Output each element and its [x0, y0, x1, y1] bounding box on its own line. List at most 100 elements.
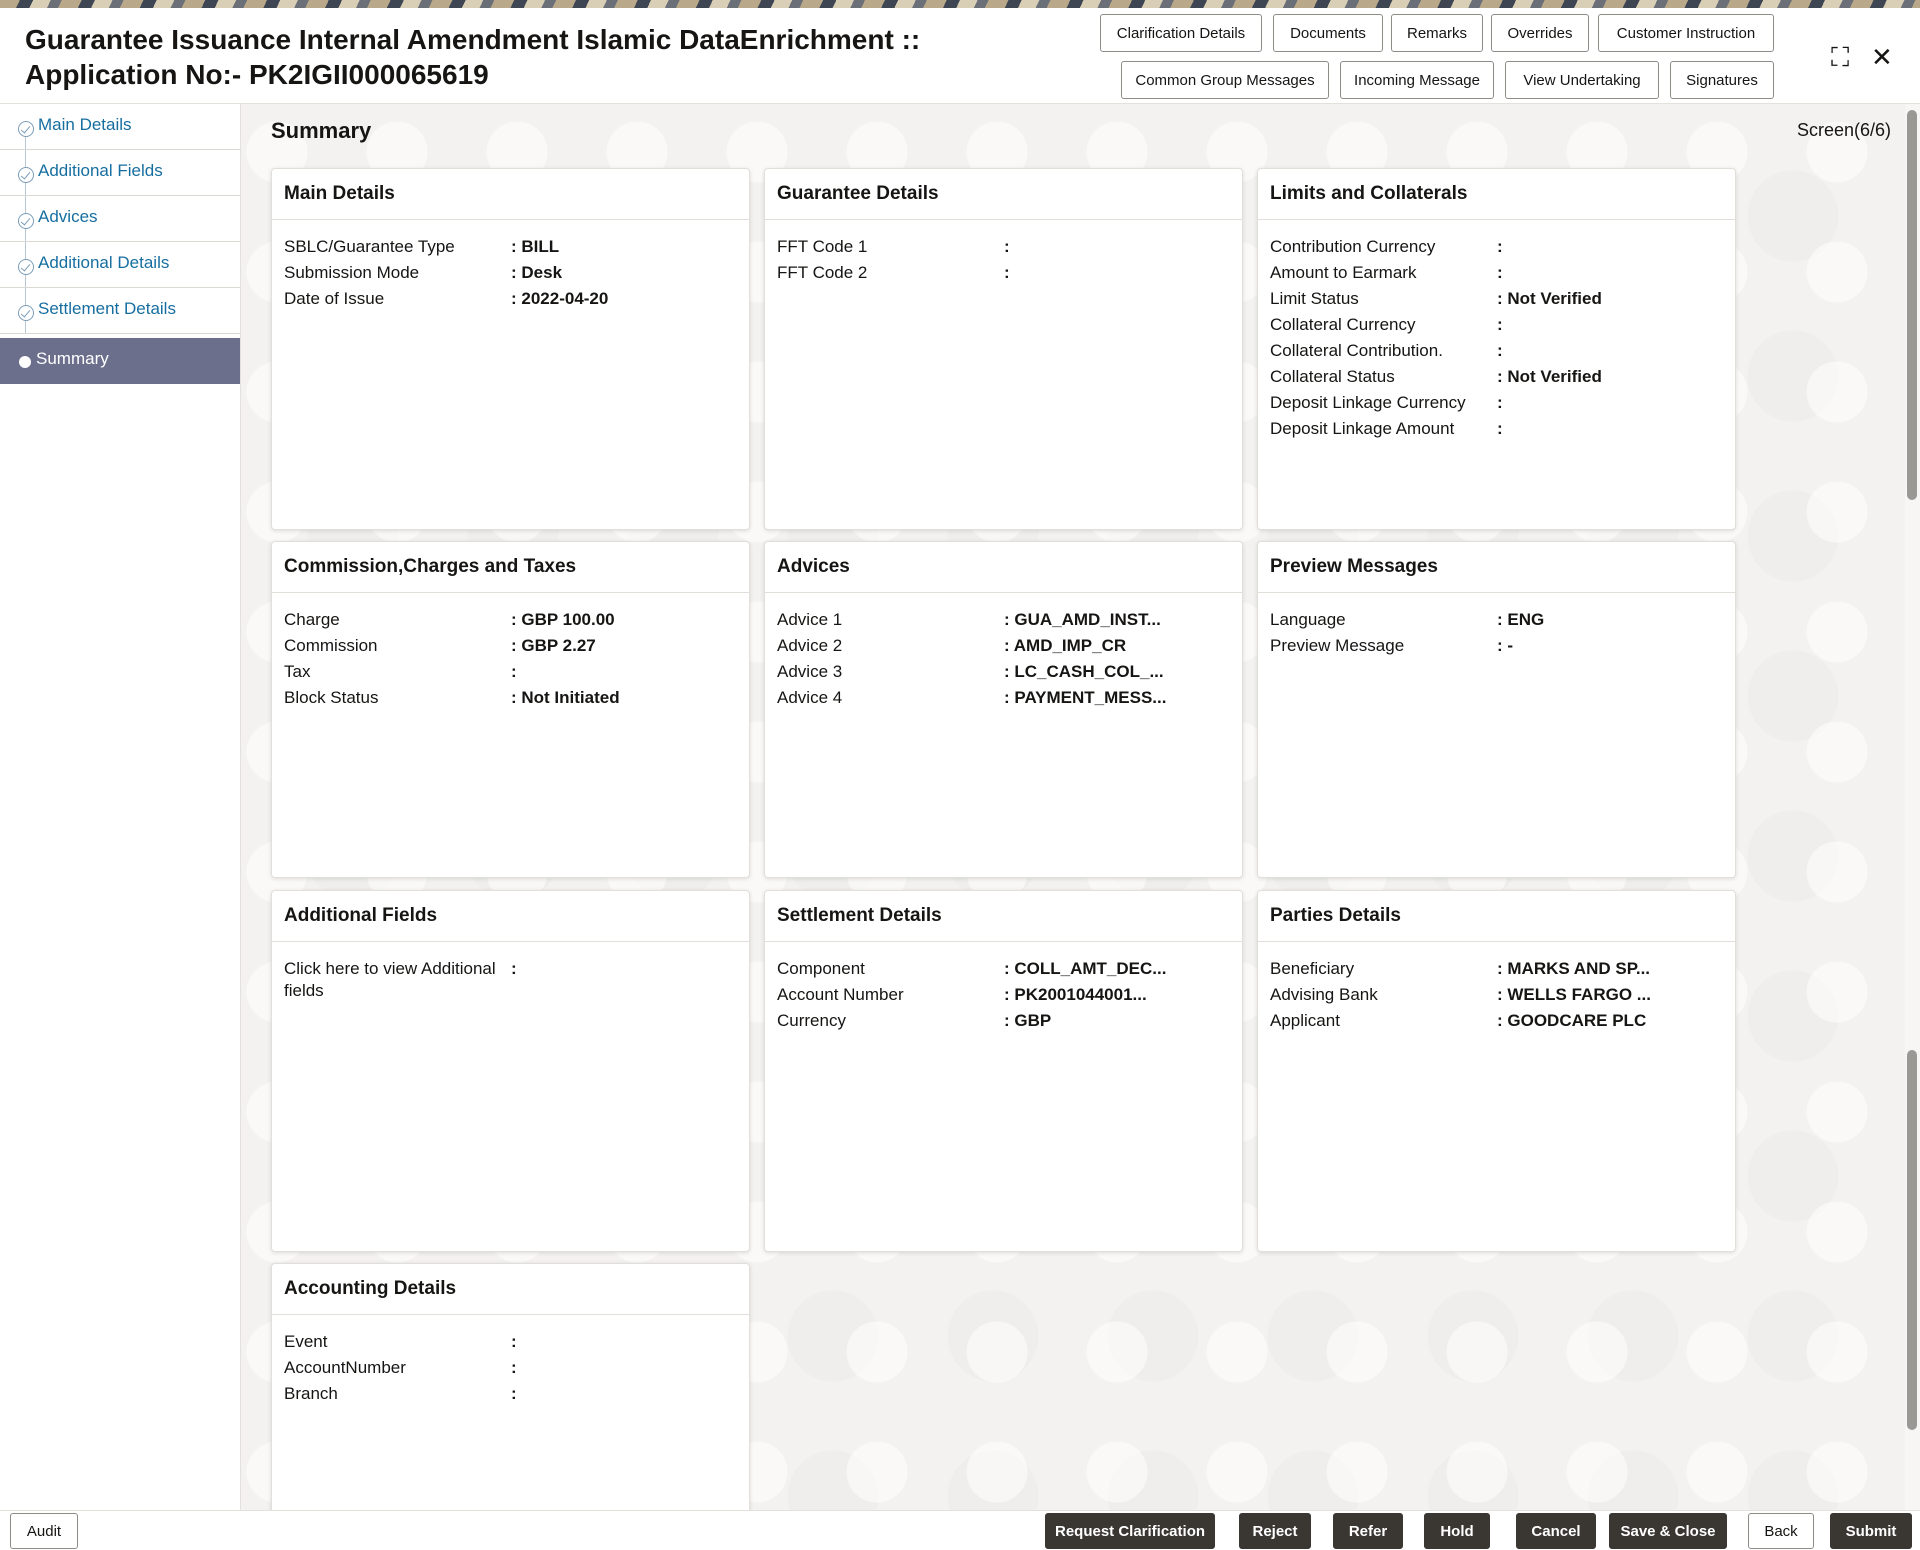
clarification-details-button[interactable]: Clarification Details — [1100, 14, 1262, 52]
check-circle-icon — [18, 305, 34, 321]
card-row: Date of Issue: 2022-04-20 — [272, 288, 749, 314]
card-row: Advice 1: GUA_AMD_INST... — [765, 609, 1242, 635]
field-label: Collateral Currency — [1270, 315, 1416, 334]
settlement-details-card[interactable]: Settlement Details Component: COLL_AMT_D… — [764, 890, 1243, 1252]
cancel-button[interactable]: Cancel — [1516, 1513, 1596, 1549]
main-details-card[interactable]: Main Details SBLC/Guarantee Type: BILL S… — [271, 168, 750, 530]
reject-button[interactable]: Reject — [1239, 1513, 1311, 1549]
field-label: Deposit Linkage Currency — [1270, 393, 1466, 412]
nav-item-additional-details[interactable]: Additional Details — [0, 242, 240, 288]
field-label: Limit Status — [1270, 289, 1359, 308]
field-label: Language — [1270, 610, 1346, 629]
advices-card[interactable]: Advices Advice 1: GUA_AMD_INST... Advice… — [764, 541, 1243, 878]
minimize-icon[interactable]: ⛶ — [1831, 44, 1849, 70]
field-value: : GBP 2.27 — [511, 636, 596, 655]
screen-indicator: Screen(6/6) — [1796, 120, 1891, 140]
additional-fields-card[interactable]: Additional Fields Click here to view Add… — [271, 890, 750, 1252]
action-footer: Audit Request Clarification Reject Refer… — [0, 1510, 1920, 1550]
nav-item-additional-fields[interactable]: Additional Fields — [0, 150, 240, 196]
field-label: Branch — [284, 1384, 338, 1403]
field-value: : — [1004, 263, 1010, 282]
check-circle-icon — [18, 213, 34, 229]
additional-fields-link[interactable]: Click here to view Additional fields — [284, 958, 506, 1002]
field-value: : — [1004, 237, 1010, 256]
commission-charges-taxes-card[interactable]: Commission,Charges and Taxes Charge: GBP… — [271, 541, 750, 878]
field-value: : — [1497, 393, 1503, 412]
field-value: : WELLS FARGO ... — [1497, 985, 1651, 1004]
card-row: Applicant: GOODCARE PLC — [1258, 1010, 1735, 1036]
card-row: Click here to view Additional fields: — [272, 958, 749, 1000]
field-value: : — [511, 1358, 517, 1377]
overrides-button[interactable]: Overrides — [1491, 14, 1589, 52]
customer-instruction-button[interactable]: Customer Instruction — [1598, 14, 1774, 52]
field-label: FFT Code 1 — [777, 237, 868, 256]
view-undertaking-button[interactable]: View Undertaking — [1505, 61, 1659, 99]
card-row: Charge: GBP 100.00 — [272, 609, 749, 635]
scrollbar-thumb-secondary[interactable] — [1907, 1050, 1917, 1430]
card-title: Guarantee Details — [765, 169, 1242, 220]
hold-button[interactable]: Hold — [1424, 1513, 1490, 1549]
field-label: Tax — [284, 662, 311, 681]
remarks-button[interactable]: Remarks — [1391, 14, 1483, 52]
incoming-message-button[interactable]: Incoming Message — [1340, 61, 1494, 99]
card-row: Limit Status: Not Verified — [1258, 288, 1735, 314]
nav-item-label: Settlement Details — [38, 299, 176, 318]
nav-item-advices[interactable]: Advices — [0, 196, 240, 242]
card-row: Beneficiary: MARKS AND SP... — [1258, 958, 1735, 984]
card-row: Event: — [272, 1331, 749, 1357]
nav-item-settlement-details[interactable]: Settlement Details — [0, 288, 240, 334]
field-value: : GOODCARE PLC — [1497, 1011, 1647, 1030]
save-and-close-button[interactable]: Save & Close — [1609, 1513, 1727, 1549]
nav-item-main-details[interactable]: Main Details — [0, 104, 240, 150]
card-row: Advice 2: AMD_IMP_CR — [765, 635, 1242, 661]
field-label: Account Number — [777, 985, 904, 1004]
card-row: Deposit Linkage Currency: — [1258, 392, 1735, 418]
card-row: Language: ENG — [1258, 609, 1735, 635]
card-row: Currency : GBP — [765, 1010, 1242, 1036]
card-title: Preview Messages — [1258, 542, 1735, 593]
field-label: Currency — [777, 1011, 846, 1030]
guarantee-details-card[interactable]: Guarantee Details FFT Code 1: FFT Code 2… — [764, 168, 1243, 530]
field-label: SBLC/Guarantee Type — [284, 237, 455, 256]
card-row: Account Number: PK2001044001... — [765, 984, 1242, 1010]
preview-messages-card[interactable]: Preview Messages Language: ENG Preview M… — [1257, 541, 1736, 878]
card-title: Limits and Collaterals — [1258, 169, 1735, 220]
page-title: Guarantee Issuance Internal Amendment Is… — [25, 22, 1085, 92]
field-value: : — [1497, 315, 1503, 334]
request-clarification-button[interactable]: Request Clarification — [1045, 1513, 1215, 1549]
card-row: Preview Message: - — [1258, 635, 1735, 661]
scrollbar-thumb[interactable] — [1907, 110, 1917, 500]
card-row: Commission: GBP 2.27 — [272, 635, 749, 661]
page-title-line1: Guarantee Issuance Internal Amendment Is… — [25, 24, 921, 55]
field-value: : BILL — [511, 237, 560, 256]
submit-button[interactable]: Submit — [1830, 1513, 1912, 1549]
documents-button[interactable]: Documents — [1273, 14, 1383, 52]
card-row: Contribution Currency: — [1258, 236, 1735, 262]
card-row: Collateral Status: Not Verified — [1258, 366, 1735, 392]
back-button[interactable]: Back — [1748, 1513, 1814, 1549]
field-value: : — [511, 1384, 517, 1403]
field-label: Component — [777, 959, 865, 978]
card-title: Additional Fields — [272, 891, 749, 942]
field-value: : — [1497, 341, 1503, 360]
nav-item-summary[interactable]: Summary — [0, 338, 240, 384]
refer-button[interactable]: Refer — [1333, 1513, 1403, 1549]
limits-and-collaterals-card[interactable]: Limits and Collaterals Contribution Curr… — [1257, 168, 1736, 530]
close-icon[interactable]: ✕ — [1871, 44, 1893, 70]
field-value: : PAYMENT_MESS... — [1004, 688, 1167, 707]
field-label: Event — [284, 1332, 328, 1351]
audit-button[interactable]: Audit — [10, 1513, 78, 1549]
accounting-details-card[interactable]: Accounting Details Event: AccountNumber:… — [271, 1263, 750, 1510]
field-value: : — [1497, 263, 1503, 282]
card-row: Branch: — [272, 1383, 749, 1409]
card-row: Deposit Linkage Amount: — [1258, 418, 1735, 444]
card-row: FFT Code 1: — [765, 236, 1242, 262]
card-row: Amount to Earmark: — [1258, 262, 1735, 288]
common-group-messages-button[interactable]: Common Group Messages — [1121, 61, 1329, 99]
signatures-button[interactable]: Signatures — [1670, 61, 1774, 99]
parties-details-card[interactable]: Parties Details Beneficiary: MARKS AND S… — [1257, 890, 1736, 1252]
field-value: : GBP — [1004, 1011, 1052, 1030]
card-row: Collateral Contribution.: — [1258, 340, 1735, 366]
field-value: : Desk — [511, 263, 563, 282]
nav-item-label: Advices — [38, 207, 98, 226]
